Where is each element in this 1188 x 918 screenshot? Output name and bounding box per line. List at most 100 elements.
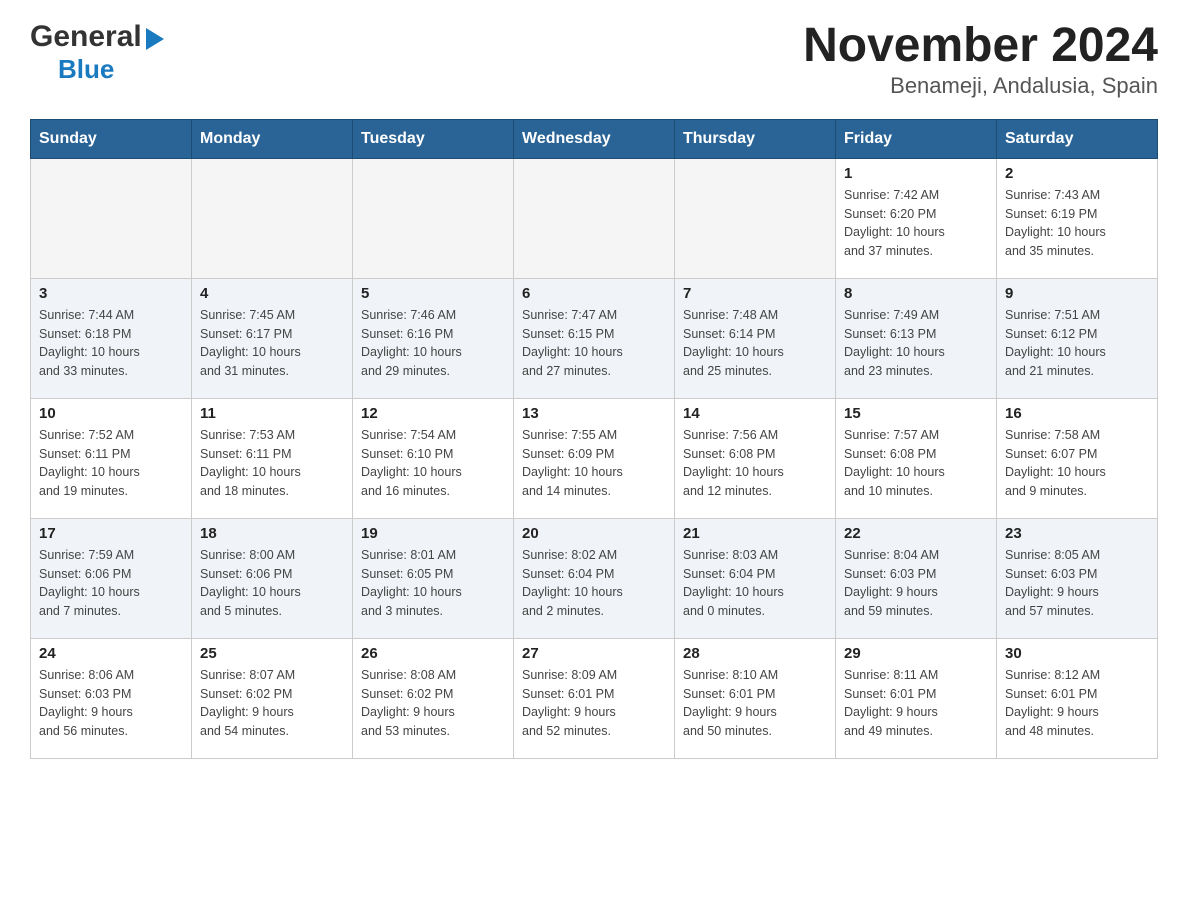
calendar-cell: 4 Sunrise: 7:45 AM Sunset: 6:17 PM Daylig… xyxy=(192,278,353,398)
logo-general-text: General xyxy=(30,20,142,54)
day-header-saturday: Saturday xyxy=(997,119,1158,158)
day-number: 12 xyxy=(361,405,505,422)
calendar-cell: 6 Sunrise: 7:47 AM Sunset: 6:15 PM Daylig… xyxy=(514,278,675,398)
day-number: 24 xyxy=(39,645,183,662)
calendar-table: SundayMondayTuesdayWednesdayThursdayFrid… xyxy=(30,119,1158,759)
day-number: 9 xyxy=(1005,285,1149,302)
calendar-cell: 20 Sunrise: 8:02 AM Sunset: 6:04 PM Dayli… xyxy=(514,518,675,638)
day-number: 3 xyxy=(39,285,183,302)
day-number: 18 xyxy=(200,525,344,542)
calendar-cell: 10Sunrise: 7:52 AM Sunset: 6:11 PM Dayli… xyxy=(31,398,192,518)
day-info: Sunrise: 7:45 AM Sunset: 6:17 PM Dayligh… xyxy=(200,306,344,381)
calendar-week-row: 24 Sunrise: 8:06 AM Sunset: 6:03 PM Dayli… xyxy=(31,638,1158,758)
day-info: Sunrise: 8:06 AM Sunset: 6:03 PM Dayligh… xyxy=(39,666,183,741)
calendar-cell: 5 Sunrise: 7:46 AM Sunset: 6:16 PM Daylig… xyxy=(353,278,514,398)
calendar-week-row: 1Sunrise: 7:42 AM Sunset: 6:20 PM Daylig… xyxy=(31,158,1158,278)
calendar-cell xyxy=(353,158,514,278)
day-number: 22 xyxy=(844,525,988,542)
day-number: 19 xyxy=(361,525,505,542)
day-info: Sunrise: 8:08 AM Sunset: 6:02 PM Dayligh… xyxy=(361,666,505,741)
day-info: Sunrise: 7:59 AM Sunset: 6:06 PM Dayligh… xyxy=(39,546,183,621)
calendar-cell: 9 Sunrise: 7:51 AM Sunset: 6:12 PM Daylig… xyxy=(997,278,1158,398)
calendar-cell: 1Sunrise: 7:42 AM Sunset: 6:20 PM Daylig… xyxy=(836,158,997,278)
calendar-cell: 30 Sunrise: 8:12 AM Sunset: 6:01 PM Dayli… xyxy=(997,638,1158,758)
day-info: Sunrise: 7:44 AM Sunset: 6:18 PM Dayligh… xyxy=(39,306,183,381)
day-number: 6 xyxy=(522,285,666,302)
day-number: 27 xyxy=(522,645,666,662)
day-info: Sunrise: 7:51 AM Sunset: 6:12 PM Dayligh… xyxy=(1005,306,1149,381)
day-number: 16 xyxy=(1005,405,1149,422)
day-info: Sunrise: 8:09 AM Sunset: 6:01 PM Dayligh… xyxy=(522,666,666,741)
calendar-cell: 2 Sunrise: 7:43 AM Sunset: 6:19 PM Daylig… xyxy=(997,158,1158,278)
calendar-cell: 8 Sunrise: 7:49 AM Sunset: 6:13 PM Daylig… xyxy=(836,278,997,398)
day-number: 2 xyxy=(1005,165,1149,182)
calendar-cell: 14Sunrise: 7:56 AM Sunset: 6:08 PM Dayli… xyxy=(675,398,836,518)
calendar-cell: 7 Sunrise: 7:48 AM Sunset: 6:14 PM Daylig… xyxy=(675,278,836,398)
calendar-cell: 28 Sunrise: 8:10 AM Sunset: 6:01 PM Dayli… xyxy=(675,638,836,758)
day-number: 13 xyxy=(522,405,666,422)
calendar-subtitle: Benameji, Andalusia, Spain xyxy=(803,73,1158,99)
day-number: 25 xyxy=(200,645,344,662)
day-header-sunday: Sunday xyxy=(31,119,192,158)
logo: General Blue xyxy=(30,20,164,85)
day-number: 8 xyxy=(844,285,988,302)
day-number: 21 xyxy=(683,525,827,542)
day-info: Sunrise: 7:52 AM Sunset: 6:11 PM Dayligh… xyxy=(39,426,183,501)
logo-blue-text: Blue xyxy=(58,54,114,85)
day-number: 20 xyxy=(522,525,666,542)
page-header: General Blue November 2024 Benameji, And… xyxy=(30,20,1158,99)
day-header-thursday: Thursday xyxy=(675,119,836,158)
title-section: November 2024 Benameji, Andalusia, Spain xyxy=(803,20,1158,99)
day-info: Sunrise: 8:01 AM Sunset: 6:05 PM Dayligh… xyxy=(361,546,505,621)
day-number: 28 xyxy=(683,645,827,662)
day-info: Sunrise: 7:48 AM Sunset: 6:14 PM Dayligh… xyxy=(683,306,827,381)
calendar-cell: 22 Sunrise: 8:04 AM Sunset: 6:03 PM Dayli… xyxy=(836,518,997,638)
day-info: Sunrise: 7:57 AM Sunset: 6:08 PM Dayligh… xyxy=(844,426,988,501)
calendar-cell: 11Sunrise: 7:53 AM Sunset: 6:11 PM Dayli… xyxy=(192,398,353,518)
day-info: Sunrise: 7:46 AM Sunset: 6:16 PM Dayligh… xyxy=(361,306,505,381)
calendar-cell xyxy=(31,158,192,278)
day-info: Sunrise: 7:55 AM Sunset: 6:09 PM Dayligh… xyxy=(522,426,666,501)
day-number: 17 xyxy=(39,525,183,542)
day-info: Sunrise: 8:05 AM Sunset: 6:03 PM Dayligh… xyxy=(1005,546,1149,621)
calendar-cell: 13 Sunrise: 7:55 AM Sunset: 6:09 PM Dayli… xyxy=(514,398,675,518)
calendar-cell: 21 Sunrise: 8:03 AM Sunset: 6:04 PM Dayli… xyxy=(675,518,836,638)
calendar-header-row: SundayMondayTuesdayWednesdayThursdayFrid… xyxy=(31,119,1158,158)
calendar-cell: 23Sunrise: 8:05 AM Sunset: 6:03 PM Dayli… xyxy=(997,518,1158,638)
day-number: 26 xyxy=(361,645,505,662)
day-info: Sunrise: 8:12 AM Sunset: 6:01 PM Dayligh… xyxy=(1005,666,1149,741)
day-number: 30 xyxy=(1005,645,1149,662)
calendar-cell: 27 Sunrise: 8:09 AM Sunset: 6:01 PM Dayli… xyxy=(514,638,675,758)
day-info: Sunrise: 7:49 AM Sunset: 6:13 PM Dayligh… xyxy=(844,306,988,381)
calendar-cell: 16 Sunrise: 7:58 AM Sunset: 6:07 PM Dayli… xyxy=(997,398,1158,518)
day-number: 5 xyxy=(361,285,505,302)
day-info: Sunrise: 7:47 AM Sunset: 6:15 PM Dayligh… xyxy=(522,306,666,381)
calendar-cell: 12 Sunrise: 7:54 AM Sunset: 6:10 PM Dayli… xyxy=(353,398,514,518)
day-info: Sunrise: 7:43 AM Sunset: 6:19 PM Dayligh… xyxy=(1005,186,1149,261)
calendar-title: November 2024 xyxy=(803,20,1158,73)
logo-arrow-icon xyxy=(146,25,164,50)
calendar-cell: 15 Sunrise: 7:57 AM Sunset: 6:08 PM Dayli… xyxy=(836,398,997,518)
calendar-cell: 29Sunrise: 8:11 AM Sunset: 6:01 PM Dayli… xyxy=(836,638,997,758)
day-number: 7 xyxy=(683,285,827,302)
day-header-wednesday: Wednesday xyxy=(514,119,675,158)
calendar-cell: 25Sunrise: 8:07 AM Sunset: 6:02 PM Dayli… xyxy=(192,638,353,758)
day-number: 4 xyxy=(200,285,344,302)
day-info: Sunrise: 7:58 AM Sunset: 6:07 PM Dayligh… xyxy=(1005,426,1149,501)
calendar-cell xyxy=(675,158,836,278)
calendar-cell: 26 Sunrise: 8:08 AM Sunset: 6:02 PM Dayli… xyxy=(353,638,514,758)
day-number: 15 xyxy=(844,405,988,422)
calendar-week-row: 3 Sunrise: 7:44 AM Sunset: 6:18 PM Daylig… xyxy=(31,278,1158,398)
day-info: Sunrise: 8:02 AM Sunset: 6:04 PM Dayligh… xyxy=(522,546,666,621)
day-header-tuesday: Tuesday xyxy=(353,119,514,158)
day-info: Sunrise: 7:53 AM Sunset: 6:11 PM Dayligh… xyxy=(200,426,344,501)
day-info: Sunrise: 8:04 AM Sunset: 6:03 PM Dayligh… xyxy=(844,546,988,621)
calendar-cell: 24 Sunrise: 8:06 AM Sunset: 6:03 PM Dayli… xyxy=(31,638,192,758)
day-info: Sunrise: 8:03 AM Sunset: 6:04 PM Dayligh… xyxy=(683,546,827,621)
day-number: 1 xyxy=(844,165,988,182)
day-info: Sunrise: 8:10 AM Sunset: 6:01 PM Dayligh… xyxy=(683,666,827,741)
day-number: 14 xyxy=(683,405,827,422)
day-info: Sunrise: 7:54 AM Sunset: 6:10 PM Dayligh… xyxy=(361,426,505,501)
day-number: 29 xyxy=(844,645,988,662)
calendar-cell: 19 Sunrise: 8:01 AM Sunset: 6:05 PM Dayli… xyxy=(353,518,514,638)
